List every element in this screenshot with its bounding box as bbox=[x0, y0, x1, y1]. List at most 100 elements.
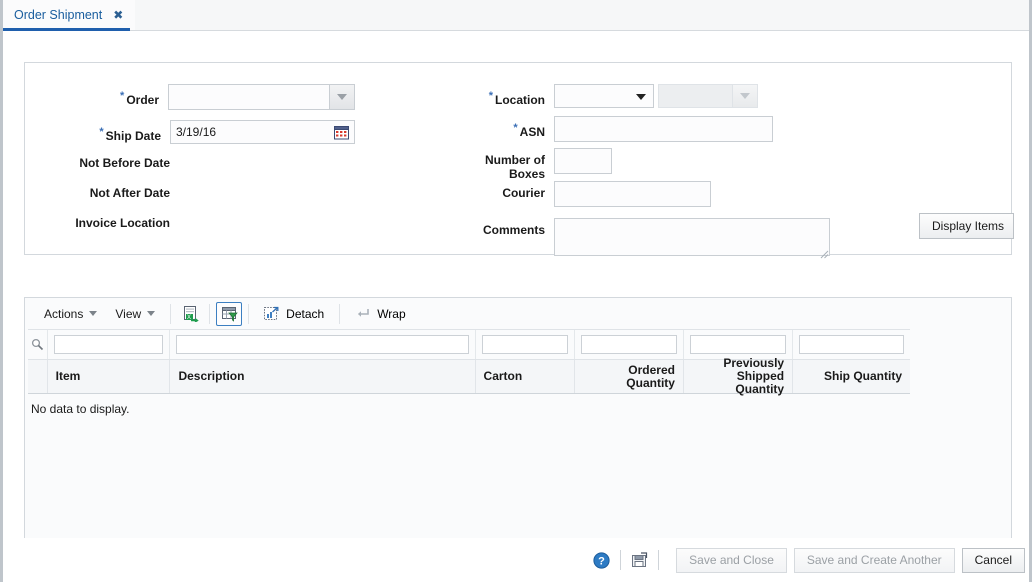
chevron-down-icon bbox=[89, 311, 97, 316]
chevron-down-icon bbox=[636, 94, 646, 100]
help-button[interactable]: ? bbox=[593, 552, 610, 569]
toolbar-divider bbox=[209, 304, 210, 324]
header-cell-carton[interactable]: Carton bbox=[476, 360, 575, 393]
query-icon bbox=[31, 338, 44, 351]
chevron-down-icon bbox=[732, 85, 757, 107]
asn-input[interactable] bbox=[554, 116, 773, 142]
field-label-not-after-date: Not After Date bbox=[25, 181, 170, 200]
field-number-of-boxes: Number of Boxes bbox=[380, 148, 612, 181]
view-menu[interactable]: View bbox=[106, 303, 164, 325]
save-button-icon[interactable] bbox=[631, 552, 648, 569]
items-table-panel: Actions View X bbox=[24, 297, 1012, 562]
filter-cell-previously-shipped-quantity bbox=[684, 330, 793, 359]
field-label-number-of-boxes: Number of Boxes bbox=[380, 148, 545, 181]
header-cell-row-selector bbox=[28, 360, 48, 393]
field-not-after-date: Not After Date bbox=[25, 181, 355, 200]
field-label-asn: *ASN bbox=[380, 116, 545, 139]
chevron-down-icon[interactable] bbox=[329, 85, 354, 109]
filter-cell-ship-quantity bbox=[793, 330, 910, 359]
display-items-button[interactable]: Display Items bbox=[919, 213, 1014, 239]
empty-table-message: No data to display. bbox=[28, 394, 910, 416]
save-and-create-another-button[interactable]: Save and Create Another bbox=[794, 548, 955, 573]
wrap-button[interactable]: Wrap bbox=[346, 302, 414, 326]
calendar-icon[interactable] bbox=[334, 125, 349, 140]
actions-menu-label: Actions bbox=[44, 307, 83, 321]
close-icon[interactable]: ✖ bbox=[113, 9, 123, 21]
query-icon-cell[interactable] bbox=[28, 330, 48, 359]
detach-icon bbox=[264, 306, 279, 321]
comments-textarea[interactable] bbox=[554, 218, 830, 256]
svg-text:X: X bbox=[187, 315, 191, 321]
ship-date-wrapper bbox=[170, 120, 355, 144]
filter-input-ship-quantity[interactable] bbox=[799, 335, 904, 354]
field-comments: Comments bbox=[380, 218, 830, 259]
cancel-button[interactable]: Cancel bbox=[962, 548, 1025, 573]
tab-label: Order Shipment bbox=[14, 8, 102, 22]
wrap-icon bbox=[355, 306, 370, 321]
items-grid: Item Description Carton Ordered Quantity… bbox=[28, 329, 910, 416]
required-marker: * bbox=[489, 90, 493, 102]
filter-input-ordered-quantity[interactable] bbox=[581, 335, 677, 354]
field-ship-date: *Ship Date bbox=[25, 120, 355, 144]
field-label-ship-date: *Ship Date bbox=[25, 120, 161, 143]
svg-text:?: ? bbox=[598, 555, 605, 567]
filter-cell-description bbox=[170, 330, 475, 359]
tab-bar: Order Shipment ✖ bbox=[3, 0, 1029, 31]
ship-date-input[interactable] bbox=[170, 120, 355, 144]
header-cell-ship-quantity[interactable]: Ship Quantity bbox=[793, 360, 910, 393]
comments-wrapper bbox=[554, 218, 830, 259]
field-courier: Courier bbox=[380, 181, 711, 207]
field-label-order: *Order bbox=[25, 84, 159, 107]
help-icon: ? bbox=[593, 552, 610, 569]
header-cell-ordered-quantity[interactable]: Ordered Quantity bbox=[575, 360, 684, 393]
table-toolbar: Actions View X bbox=[25, 298, 1011, 329]
filter-cell-item bbox=[48, 330, 171, 359]
filter-cell-carton bbox=[476, 330, 575, 359]
filter-input-carton[interactable] bbox=[482, 335, 568, 354]
export-to-excel-icon: X bbox=[182, 305, 199, 322]
toolbar-divider bbox=[339, 304, 340, 324]
number-of-boxes-input[interactable] bbox=[554, 148, 612, 174]
location-select[interactable] bbox=[554, 84, 654, 108]
field-label-location: *Location bbox=[380, 84, 545, 107]
content-area: *Order *Ship Date bbox=[3, 31, 1029, 582]
shipment-form-panel: *Order *Ship Date bbox=[24, 62, 1012, 255]
dialog-footer: ? Save and Close Save and Create Another… bbox=[3, 538, 1029, 582]
chevron-down-icon bbox=[147, 311, 155, 316]
footer-divider bbox=[658, 550, 659, 570]
field-not-before-date: Not Before Date bbox=[25, 151, 355, 170]
header-cell-previously-shipped-quantity[interactable]: Previously Shipped Quantity bbox=[684, 360, 793, 393]
field-asn: *ASN bbox=[380, 116, 773, 142]
actions-menu[interactable]: Actions bbox=[35, 303, 106, 325]
detach-label: Detach bbox=[286, 307, 324, 321]
order-input[interactable] bbox=[169, 85, 329, 109]
export-to-excel-button[interactable]: X bbox=[177, 302, 203, 326]
field-label-not-before-date: Not Before Date bbox=[25, 151, 170, 170]
filter-input-previously-shipped-quantity[interactable] bbox=[690, 335, 786, 354]
grid-header-row: Item Description Carton Ordered Quantity… bbox=[28, 360, 910, 394]
required-marker: * bbox=[120, 90, 124, 102]
field-location: *Location bbox=[380, 84, 758, 108]
order-combobox[interactable] bbox=[168, 84, 355, 110]
field-order: *Order bbox=[25, 84, 355, 110]
header-cell-item[interactable]: Item bbox=[48, 360, 171, 393]
filter-cell-ordered-quantity bbox=[575, 330, 684, 359]
filter-input-item[interactable] bbox=[54, 335, 164, 354]
query-by-example-button[interactable] bbox=[216, 302, 242, 326]
view-menu-label: View bbox=[115, 307, 141, 321]
field-label-courier: Courier bbox=[380, 181, 545, 200]
toolbar-divider bbox=[248, 304, 249, 324]
wrap-label: Wrap bbox=[377, 307, 405, 321]
header-cell-description[interactable]: Description bbox=[170, 360, 475, 393]
required-marker: * bbox=[513, 122, 517, 134]
toolbar-divider bbox=[170, 304, 171, 324]
field-label-comments: Comments bbox=[380, 218, 545, 237]
courier-input[interactable] bbox=[554, 181, 711, 207]
tab-order-shipment[interactable]: Order Shipment ✖ bbox=[3, 0, 135, 30]
save-and-close-button[interactable]: Save and Close bbox=[676, 548, 787, 573]
location-secondary-select bbox=[658, 84, 758, 108]
detach-button[interactable]: Detach bbox=[255, 302, 333, 326]
filter-input-description[interactable] bbox=[176, 335, 468, 354]
required-marker: * bbox=[99, 126, 103, 138]
application-window: Order Shipment ✖ *Order *Ship Date bbox=[0, 0, 1032, 582]
